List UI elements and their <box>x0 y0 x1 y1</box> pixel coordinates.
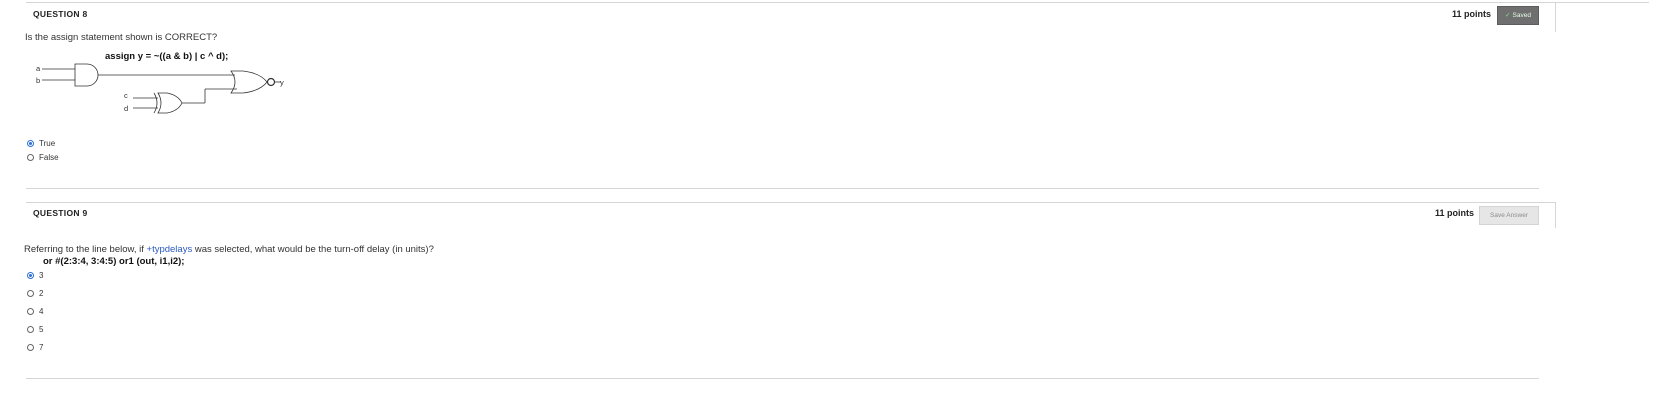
option-5-label: 5 <box>39 325 44 334</box>
option-2-label: 2 <box>39 289 44 298</box>
check-icon: ✓ <box>1505 12 1511 19</box>
option-2[interactable]: 2 <box>27 289 43 298</box>
input-b-label: b <box>36 76 40 85</box>
question-9-right-border <box>1555 202 1556 228</box>
question-9-top-border <box>26 202 1556 203</box>
question-8-divider <box>26 188 1539 189</box>
option-true-label: True <box>39 139 56 148</box>
output-y-label: y <box>280 78 284 87</box>
radio-true[interactable] <box>27 140 34 147</box>
option-false-label: False <box>39 153 59 162</box>
save-answer-button[interactable]: Save Answer <box>1479 206 1539 225</box>
prompt-suffix: was selected, what would be the turn-off… <box>192 244 434 255</box>
option-7-label: 7 <box>39 343 44 352</box>
question-8-points: 11 points <box>1452 9 1492 19</box>
option-5[interactable]: 5 <box>27 325 43 334</box>
saved-label: Saved <box>1512 12 1531 19</box>
saved-button[interactable]: ✓ Saved <box>1497 6 1539 25</box>
input-a-label: a <box>36 64 41 73</box>
radio-7[interactable] <box>27 344 34 351</box>
option-7[interactable]: 7 <box>27 343 43 352</box>
input-d-label: d <box>124 104 128 113</box>
option-4-label: 4 <box>39 307 44 316</box>
option-4[interactable]: 4 <box>27 307 43 316</box>
question-9-divider <box>26 378 1539 379</box>
radio-5[interactable] <box>27 326 34 333</box>
option-false[interactable]: False <box>27 153 59 162</box>
option-true[interactable]: True <box>27 139 55 148</box>
question-8-header: QUESTION 8 <box>33 9 88 19</box>
radio-4[interactable] <box>27 308 34 315</box>
typdelays-link[interactable]: +typdelays <box>147 244 193 255</box>
question-8-right-border <box>1555 2 1556 32</box>
input-c-label: c <box>124 91 128 100</box>
question-8-prompt: Is the assign statement shown is CORRECT… <box>25 32 218 43</box>
radio-2[interactable] <box>27 290 34 297</box>
question-9-header: QUESTION 9 <box>33 208 88 218</box>
option-3[interactable]: 3 <box>27 271 43 280</box>
radio-3[interactable] <box>27 272 34 279</box>
question-9-prompt: Referring to the line below, if +typdela… <box>24 244 434 255</box>
question-9-points: 11 points <box>1435 208 1475 218</box>
verilog-code-line: or #(2:3:4, 3:4:5) or1 (out, i1,i2); <box>43 256 185 267</box>
question-8-container <box>26 2 1649 3</box>
logic-circuit-diagram: a b c d y <box>36 63 284 114</box>
radio-false[interactable] <box>27 154 34 161</box>
option-3-label: 3 <box>39 271 44 280</box>
prompt-prefix: Referring to the line below, if <box>24 244 147 255</box>
